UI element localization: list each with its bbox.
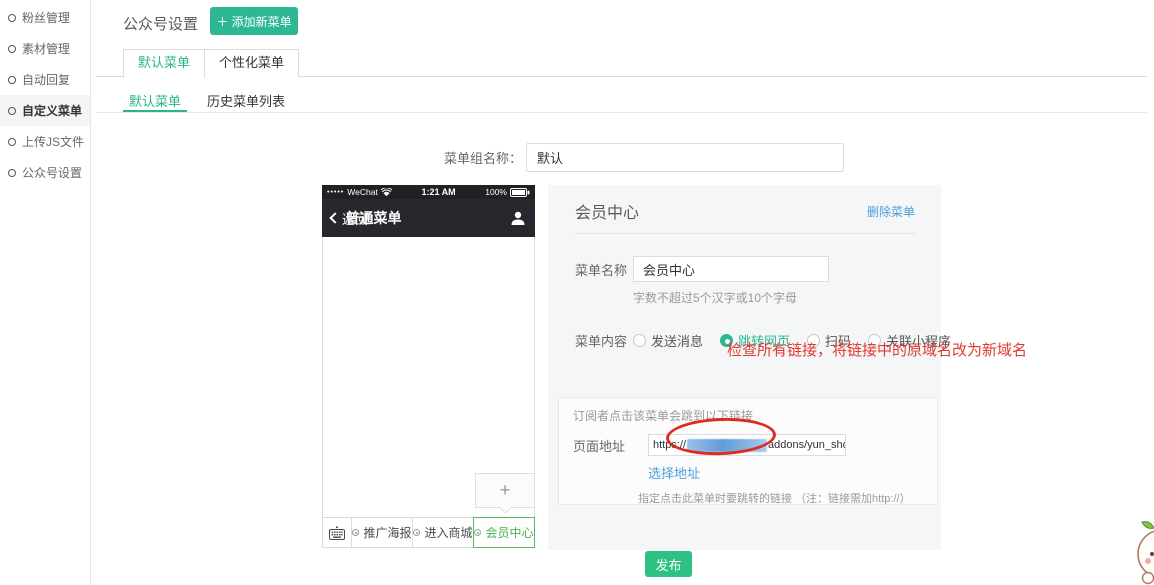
circle-bullet-icon — [8, 76, 16, 84]
phone-title: 普通菜单 — [346, 208, 402, 228]
menu-dot-icon — [413, 529, 420, 536]
publish-button[interactable]: 发布 — [645, 551, 692, 577]
phone-menu-bar: 推广海报 进入商城 会员中心 — [322, 517, 535, 548]
menu-group-row: 菜单组名称： — [96, 143, 844, 172]
annotation-text: 检查所有链接，将链接中的原域名改为新域名 — [727, 339, 1067, 360]
secondary-tab-bar: 默认菜单 历史菜单列表 — [96, 91, 1147, 113]
subtab-history-menu-list[interactable]: 历史菜单列表 — [201, 91, 291, 112]
mascot-widget-icon[interactable] — [1124, 514, 1154, 585]
menu-item-poster[interactable]: 推广海报 — [352, 518, 413, 547]
choose-address-link[interactable]: 选择地址 — [648, 463, 937, 482]
radio-send-message[interactable]: 发送消息 — [633, 331, 703, 350]
radio-label: 发送消息 — [651, 331, 703, 350]
link-box-tip: 订阅者点击该菜单会跳到以下链接 — [573, 407, 937, 424]
sidebar-item-auto-reply[interactable]: 自动回复 — [0, 64, 90, 95]
primary-tab-bar: 默认菜单 个性化菜单 — [96, 49, 1147, 77]
page-url-row: 页面地址 https:// addons/yun_shop/? — [573, 434, 937, 456]
menu-dot-icon — [474, 529, 481, 536]
phone-nav-bar: 返回 普通菜单 — [322, 199, 535, 237]
subtab-default-menu[interactable]: 默认菜单 — [123, 91, 187, 112]
link-settings-box: 订阅者点击该菜单会跳到以下链接 页面地址 https:// addons/yun… — [558, 397, 938, 505]
phone-status-bar: ••••• WeChat 1:21 AM 100% — [322, 185, 535, 199]
sidebar-item-custom-menu[interactable]: 自定义菜单 — [0, 95, 90, 126]
status-time: 1:21 AM — [421, 187, 455, 197]
signal-dots-icon: ••••• — [327, 189, 344, 196]
circle-bullet-icon — [8, 138, 16, 146]
wifi-icon — [381, 188, 392, 196]
page-title: 公众号设置 — [123, 13, 198, 34]
divider — [575, 233, 915, 234]
battery-section: 100% — [485, 187, 530, 197]
editor-header: 会员中心 删除菜单 — [575, 199, 915, 223]
tab-personalized-menu[interactable]: 个性化菜单 — [205, 49, 299, 77]
sidebar-item-material[interactable]: 素材管理 — [0, 33, 90, 64]
circle-bullet-icon — [8, 14, 16, 22]
menu-item-label: 进入商城 — [424, 524, 472, 541]
battery-percent: 100% — [485, 187, 507, 197]
page-url-label: 页面地址 — [573, 436, 648, 455]
add-menu-button[interactable]: ＋ 添加新菜单 — [210, 7, 298, 35]
phone-preview: ••••• WeChat 1:21 AM 100% 返回 — [322, 185, 535, 548]
sidebar-item-fans[interactable]: 粉丝管理 — [0, 2, 90, 33]
circle-bullet-icon — [8, 107, 16, 115]
menu-item-enter-mall[interactable]: 进入商城 — [413, 518, 474, 547]
carrier-section: ••••• WeChat — [327, 187, 392, 197]
url-prefix: https:// — [653, 439, 686, 451]
menu-name-label: 菜单名称 — [575, 260, 633, 279]
menu-name-input[interactable] — [633, 256, 829, 282]
page-url-input[interactable]: https:// addons/yun_shop/? — [648, 434, 846, 456]
menu-group-input[interactable] — [526, 143, 844, 172]
redacted-domain-block — [687, 439, 767, 452]
sidebar-item-label: 自动回复 — [22, 71, 70, 88]
chevron-left-icon — [329, 212, 340, 223]
user-icon[interactable] — [510, 210, 526, 226]
menu-content-label: 菜单内容 — [575, 331, 633, 350]
sidebar-item-label: 自定义菜单 — [22, 102, 82, 119]
sidebar-item-label: 上传JS文件 — [22, 133, 84, 150]
menu-group-label: 菜单组名称： — [96, 148, 526, 167]
app-root: 粉丝管理 素材管理 自动回复 自定义菜单 上传JS文件 公众号设置 公众号设置 … — [0, 0, 1154, 585]
keyboard-icon — [329, 526, 345, 540]
radio-circle-icon — [633, 334, 646, 347]
menu-name-hint: 字数不超过5个汉字或10个字母 — [633, 289, 941, 306]
keyboard-toggle-button[interactable] — [323, 518, 352, 547]
carrier-label: WeChat — [347, 187, 378, 197]
delete-menu-link[interactable]: 删除菜单 — [867, 203, 915, 220]
sidebar-item-label: 公众号设置 — [22, 164, 82, 181]
add-submenu-button[interactable]: + — [475, 473, 535, 508]
sidebar-item-label: 粉丝管理 — [22, 9, 70, 26]
menu-name-row: 菜单名称 — [575, 256, 941, 282]
menu-dot-icon — [352, 529, 359, 536]
sidebar-item-label: 素材管理 — [22, 40, 70, 57]
tab-default-menu[interactable]: 默认菜单 — [123, 49, 205, 78]
sidebar-item-account-settings[interactable]: 公众号设置 — [0, 157, 90, 188]
circle-bullet-icon — [8, 45, 16, 53]
menu-item-member-center[interactable]: 会员中心 — [473, 517, 535, 548]
url-hint: 指定点击此菜单时要跳转的链接 （注：链接需加http://） — [638, 490, 937, 506]
menu-item-label: 推广海报 — [363, 524, 411, 541]
url-suffix: addons/yun_shop/? — [768, 439, 846, 451]
editor-title: 会员中心 — [575, 199, 639, 223]
menu-item-label: 会员中心 — [485, 524, 533, 541]
sidebar: 粉丝管理 素材管理 自动回复 自定义菜单 上传JS文件 公众号设置 — [0, 0, 91, 585]
battery-icon — [510, 188, 530, 197]
circle-bullet-icon — [8, 169, 16, 177]
sidebar-item-upload-js[interactable]: 上传JS文件 — [0, 126, 90, 157]
